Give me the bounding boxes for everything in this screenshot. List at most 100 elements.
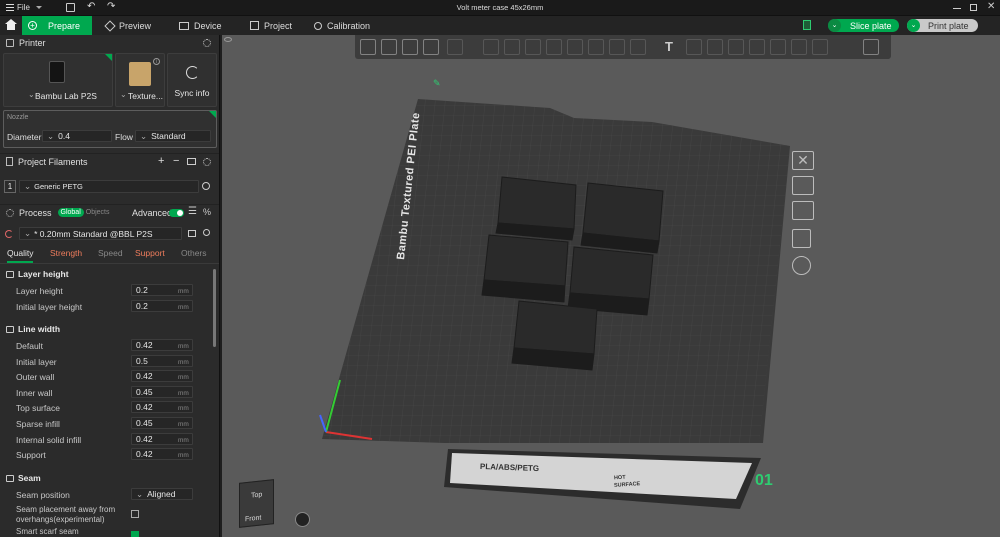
- setting-label: Seam placement away from: [16, 505, 116, 514]
- tab-others[interactable]: Others: [181, 248, 207, 258]
- gear-icon[interactable]: [203, 158, 211, 166]
- chevron-down-icon: ⌄: [140, 130, 148, 141]
- slice-plate-button[interactable]: ⌄ Slice plate: [828, 19, 899, 32]
- list-icon[interactable]: ☰: [188, 206, 197, 217]
- diameter-value: 0.4: [58, 131, 70, 141]
- sync-icon: [186, 66, 199, 79]
- close-window-icon[interactable]: ✕: [987, 1, 995, 12]
- printed-part: [580, 182, 664, 254]
- restore-icon[interactable]: [970, 4, 977, 11]
- percent-icon[interactable]: %: [203, 207, 211, 217]
- selected-corner-marker: [105, 54, 112, 61]
- auto-orient-icon[interactable]: [792, 176, 814, 195]
- print-plate-button[interactable]: ⌄ Print plate: [907, 19, 978, 32]
- seam-overhang-checkbox[interactable]: [131, 510, 139, 518]
- setting-label: Top surface: [16, 403, 60, 413]
- tab-device[interactable]: Device: [173, 16, 243, 35]
- tab-calibration[interactable]: Calibration: [308, 16, 388, 35]
- setting-label: Sparse infill: [16, 419, 60, 429]
- unit-label: mm: [178, 452, 189, 459]
- seam-position-select[interactable]: ⌄ Aligned: [131, 488, 193, 500]
- tab-label: Project: [264, 20, 293, 31]
- chevron-down-icon: ⌄: [907, 19, 920, 32]
- window-title: Volt meter case 45x26mm: [456, 3, 544, 12]
- flow-value: Standard: [151, 131, 186, 141]
- tab-project[interactable]: Project: [244, 16, 314, 35]
- tab-strength[interactable]: Strength: [50, 248, 82, 258]
- tab-label: Device: [194, 20, 222, 31]
- group-title: Line width: [18, 324, 61, 334]
- plate-number: 01: [755, 472, 773, 489]
- setting-label: Outer wall: [16, 372, 55, 382]
- tab-speed[interactable]: Speed: [98, 248, 123, 258]
- printed-part: [567, 246, 654, 316]
- layer-height-group-title: Layer height: [6, 269, 69, 279]
- chevron-down-icon: ⌄: [136, 488, 144, 499]
- info-icon[interactable]: i: [153, 58, 160, 65]
- global-toggle[interactable]: Global: [57, 208, 84, 217]
- setting-label: Inner wall: [16, 388, 53, 398]
- printed-part: [495, 176, 577, 241]
- filaments-section-header: Project Filaments + −: [0, 153, 219, 169]
- arrange-plate-icon[interactable]: [792, 201, 814, 220]
- remove-filament-icon[interactable]: −: [173, 155, 179, 167]
- main-tab-bar: + Prepare Preview Device Project Calibra…: [0, 16, 1000, 35]
- unit-label: mm: [178, 304, 189, 311]
- filament-select[interactable]: ⌄ Generic PETG: [19, 180, 199, 193]
- tab-preview[interactable]: Preview: [100, 16, 168, 35]
- title-bar: File ↶ ↷ Volt meter case 45x26mm ✕: [0, 0, 1000, 16]
- add-filament-icon[interactable]: +: [158, 155, 164, 167]
- line-width-group-title: Line width: [6, 324, 60, 334]
- unit-label: mm: [178, 421, 189, 428]
- tab-label: Calibration: [327, 20, 371, 31]
- plate-image: [129, 62, 151, 86]
- setting-label: Internal solid infill: [16, 435, 82, 445]
- fit-view-icon[interactable]: [295, 512, 310, 527]
- minimize-icon[interactable]: [953, 8, 961, 9]
- nozzle-card: Nozzle Diameter ⌄ 0.4 Flow ⌄ Standard: [3, 110, 217, 148]
- plate-settings-icon[interactable]: [792, 256, 811, 275]
- printer-icon: [6, 39, 14, 47]
- filament-remove-icon[interactable]: [202, 182, 210, 190]
- diameter-label: Diameter: [7, 132, 42, 142]
- gear-icon[interactable]: [203, 39, 211, 47]
- printer-card[interactable]: ⌄ Bambu Lab P2S: [3, 53, 113, 107]
- tab-quality[interactable]: Quality: [7, 248, 34, 263]
- sync-info-button[interactable]: Sync info: [167, 53, 217, 107]
- 3d-viewport[interactable]: T ✎ Bambu Textured PEI Plate PLA/ABS/PET…: [222, 35, 1000, 537]
- tab-label: Prepare: [48, 20, 81, 31]
- tab-support[interactable]: Support: [135, 248, 165, 258]
- search-icon[interactable]: [203, 229, 210, 236]
- advanced-switch[interactable]: [169, 209, 184, 217]
- unit-label: mm: [178, 288, 189, 295]
- chevron-down-icon: ⌄: [47, 130, 55, 141]
- settings-sidebar: Printer ⌄ Bambu Lab P2S i ⌄ Texture... S…: [0, 35, 220, 537]
- subtab-divider: [0, 263, 219, 264]
- lock-icon[interactable]: [792, 229, 811, 248]
- plate-type: Texture...: [128, 91, 163, 101]
- smart-scarf-checkbox[interactable]: [131, 531, 139, 537]
- plate-card[interactable]: i ⌄ Texture...: [115, 53, 165, 107]
- printed-part: [511, 300, 598, 371]
- view-cube[interactable]: Top Front: [239, 479, 274, 528]
- process-preset-select[interactable]: ⌄ * 0.20mm Standard @BBL P2S: [19, 227, 182, 240]
- setting-label: Layer height: [16, 286, 63, 296]
- sync-filament-icon[interactable]: [187, 158, 196, 165]
- layer-height-icon: [6, 270, 14, 278]
- home-icon[interactable]: [5, 19, 17, 31]
- group-title: Seam: [18, 473, 41, 483]
- seam-group-title: Seam: [6, 473, 41, 483]
- unit-label: mm: [178, 374, 189, 381]
- view-cube-front[interactable]: Front: [245, 514, 261, 523]
- flow-select[interactable]: ⌄ Standard: [135, 130, 211, 142]
- z-axis: [319, 414, 327, 433]
- save-preset-icon[interactable]: [188, 230, 196, 237]
- unit-label: mm: [178, 359, 189, 366]
- view-cube-top[interactable]: Top: [251, 491, 262, 499]
- tab-prepare[interactable]: + Prepare: [22, 16, 92, 35]
- diameter-select[interactable]: ⌄ 0.4: [42, 130, 112, 142]
- settings-scrollbar[interactable]: [213, 269, 216, 347]
- close-plate-icon[interactable]: ✕: [792, 151, 814, 170]
- plate-list-icon[interactable]: [803, 20, 811, 30]
- objects-toggle[interactable]: Objects: [86, 209, 110, 216]
